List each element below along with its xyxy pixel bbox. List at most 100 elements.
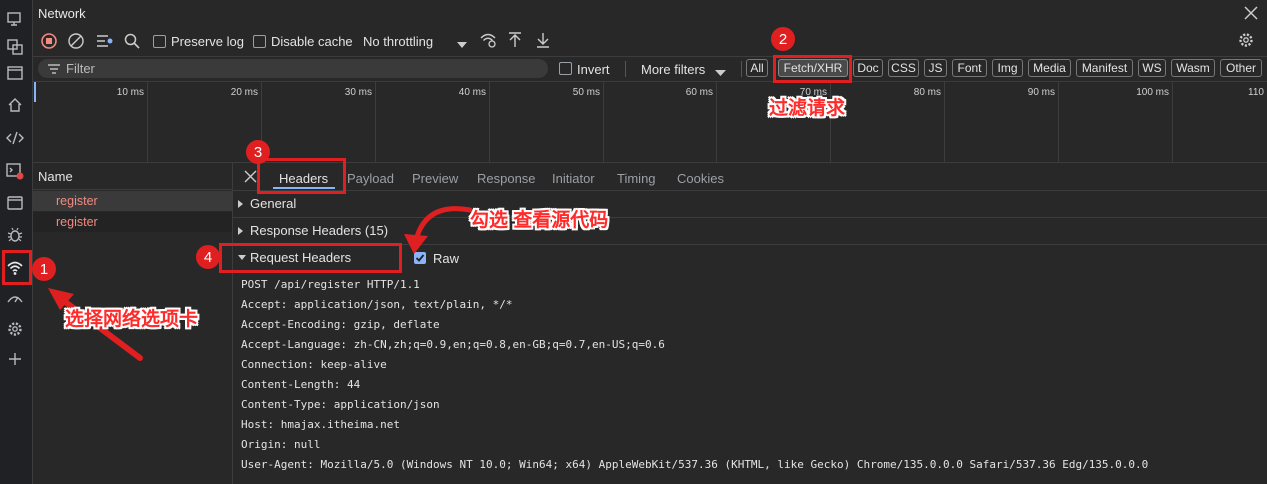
- raw-header-line: Content-Length: 44: [241, 378, 361, 391]
- bug-icon[interactable]: [4, 224, 26, 246]
- triangle-right-icon: [238, 200, 243, 208]
- response-headers-label: Response Headers (15): [250, 223, 389, 238]
- timeline-gridline: [1172, 82, 1173, 162]
- disable-cache-label: Disable cache: [271, 34, 353, 49]
- annotation-select-network-tab: 选择网络选项卡: [65, 309, 199, 330]
- filter-type-font[interactable]: Font: [952, 59, 987, 77]
- filter-type-manifest[interactable]: Manifest: [1076, 59, 1133, 77]
- console-icon[interactable]: [4, 160, 26, 182]
- raw-header-line: Origin: null: [241, 438, 321, 451]
- close-icon[interactable]: [244, 170, 257, 186]
- preserve-log-checkbox[interactable]: [153, 35, 166, 48]
- annotation-arrow: [404, 206, 473, 254]
- filter-settings-icon[interactable]: [96, 33, 114, 52]
- timeline-tick-label: 20 ms: [230, 87, 258, 98]
- annotation-filter-requests: 过滤请求: [769, 98, 846, 119]
- divider: [625, 61, 626, 77]
- tab-preview[interactable]: Preview: [412, 171, 458, 186]
- device-toolbar-icon[interactable]: [4, 8, 26, 30]
- panel-title: Network: [38, 6, 86, 21]
- tab-cookies[interactable]: Cookies: [677, 171, 724, 186]
- request-name: register: [56, 194, 98, 208]
- window-icon[interactable]: [4, 62, 26, 84]
- timeline-tick-label: 80 ms: [913, 87, 941, 98]
- timeline-marker: [34, 82, 36, 102]
- annotation-check-view-source: 勾选 查看源代码: [470, 210, 609, 231]
- timeline-gridline: [603, 82, 604, 162]
- search-icon[interactable]: [124, 33, 140, 52]
- clear-icon[interactable]: [68, 33, 84, 52]
- sources-icon[interactable]: [4, 192, 26, 214]
- filter-type-doc[interactable]: Doc: [853, 59, 883, 77]
- tab-initiator[interactable]: Initiator: [552, 171, 595, 186]
- general-section-label: General: [250, 196, 297, 211]
- raw-header-line: Connection: keep-alive: [241, 358, 387, 371]
- import-har-icon[interactable]: [508, 32, 522, 51]
- filter-placeholder: Filter: [66, 61, 95, 76]
- request-row[interactable]: register: [33, 191, 232, 211]
- tab-payload[interactable]: Payload: [347, 171, 394, 186]
- export-har-icon[interactable]: [536, 32, 550, 51]
- name-column-header[interactable]: Name: [33, 163, 232, 190]
- divider: [741, 61, 742, 77]
- performance-icon[interactable]: [4, 288, 26, 310]
- raw-header-line: Host: hmajax.itheima.net: [241, 418, 400, 431]
- annotation-badge: 4: [196, 245, 220, 269]
- annotation-badge: 1: [32, 257, 56, 281]
- timeline-tick-label: 30 ms: [344, 87, 372, 98]
- raw-header-line: Accept-Language: zh-CN,zh;q=0.9,en;q=0.8…: [241, 338, 665, 351]
- filter-type-media[interactable]: Media: [1028, 59, 1071, 77]
- raw-header-line: Content-Type: application/json: [241, 398, 440, 411]
- network-settings-gear-icon[interactable]: [1238, 32, 1254, 51]
- request-row[interactable]: register: [33, 212, 232, 232]
- invert-checkbox[interactable]: [559, 62, 572, 75]
- inspect-icon[interactable]: [4, 36, 26, 58]
- tab-response[interactable]: Response: [477, 171, 536, 186]
- disable-cache-checkbox[interactable]: [253, 35, 266, 48]
- timeline-tick-label: 60 ms: [685, 87, 713, 98]
- filter-type-js[interactable]: JS: [924, 59, 947, 77]
- response-headers-section[interactable]: [233, 218, 1267, 245]
- timeline-gridline: [944, 82, 945, 162]
- home-icon[interactable]: [4, 94, 26, 116]
- close-icon[interactable]: [1243, 5, 1259, 21]
- timeline-tick-label: 110: [1248, 87, 1264, 98]
- filter-input[interactable]: Filter: [38, 59, 548, 78]
- timeline-gridline: [489, 82, 490, 162]
- add-panel-icon[interactable]: [4, 348, 26, 370]
- triangle-right-icon: [238, 227, 243, 235]
- raw-header-line: POST /api/register HTTP/1.1: [241, 278, 420, 291]
- timeline-tick-label: 100 ms: [1136, 87, 1169, 98]
- more-filters-button[interactable]: More filters: [641, 62, 705, 77]
- invert-label: Invert: [577, 62, 610, 77]
- title-bar: [33, 0, 1267, 28]
- chevron-down-icon[interactable]: [715, 65, 726, 80]
- timeline-tick-label: 90 ms: [1027, 87, 1055, 98]
- filter-type-css[interactable]: CSS: [888, 59, 919, 77]
- chevron-down-icon[interactable]: [456, 37, 468, 52]
- timeline-gridline: [716, 82, 717, 162]
- stop-recording-icon[interactable]: [41, 33, 57, 52]
- annotation-badge: 3: [246, 140, 270, 164]
- settings-gear-icon[interactable]: [4, 318, 26, 340]
- filter-type-wasm[interactable]: Wasm: [1171, 59, 1215, 77]
- annotation-badge: 2: [771, 27, 795, 51]
- raw-header-line: Accept: application/json, text/plain, */…: [241, 298, 513, 311]
- elements-code-icon[interactable]: [4, 127, 26, 149]
- timeline-gridline: [147, 82, 148, 162]
- filter-type-all[interactable]: All: [746, 59, 768, 77]
- request-name: register: [56, 215, 98, 229]
- annotation-box-request-headers: [219, 243, 402, 273]
- filter-type-ws[interactable]: WS: [1138, 59, 1166, 77]
- name-column-label: Name: [38, 169, 73, 184]
- annotation-box-network-tab: [2, 250, 32, 285]
- filter-type-img[interactable]: Img: [992, 59, 1023, 77]
- annotation-box-headers-tab: [257, 158, 346, 194]
- tab-timing[interactable]: Timing: [617, 171, 656, 186]
- filter-funnel-icon: [48, 64, 60, 74]
- preserve-log-label: Preserve log: [171, 34, 244, 49]
- filter-type-other[interactable]: Other: [1220, 59, 1262, 77]
- network-conditions-icon[interactable]: [479, 32, 497, 51]
- throttling-select[interactable]: No throttling: [363, 34, 433, 49]
- general-section[interactable]: [233, 191, 1267, 218]
